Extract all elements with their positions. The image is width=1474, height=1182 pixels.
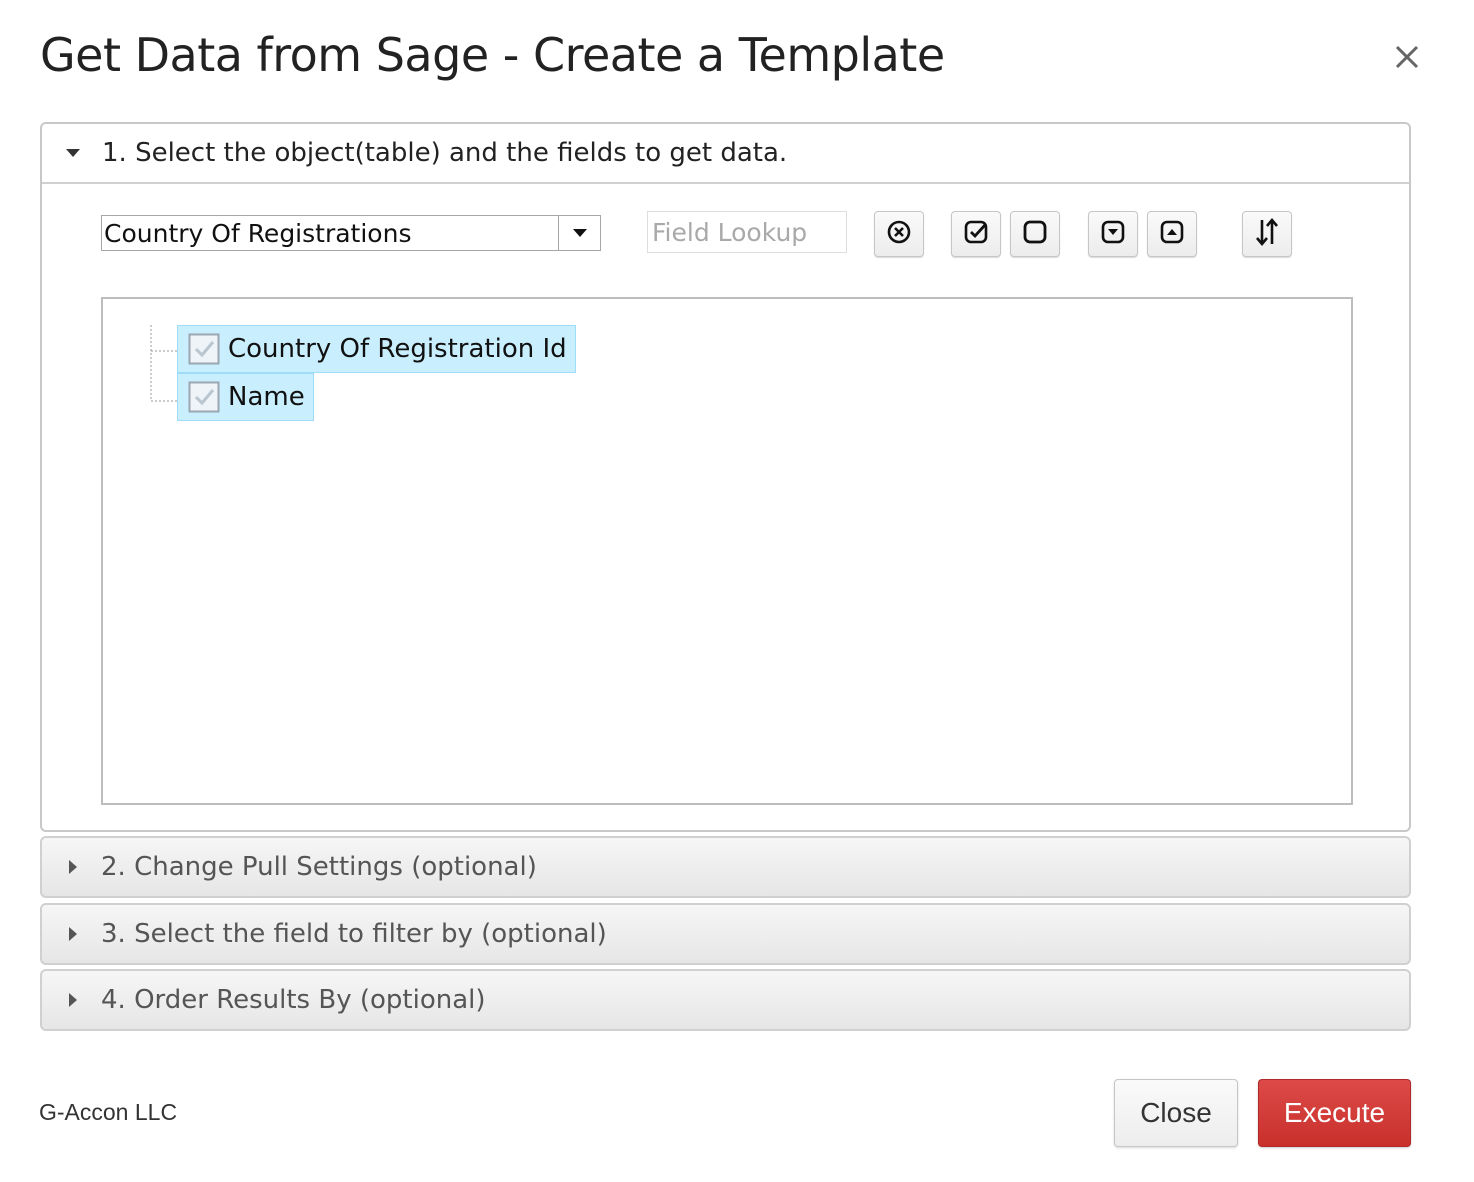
section-3-title: 3. Select the field to filter by (option… xyxy=(101,919,607,949)
uncheck-all-icon xyxy=(1022,219,1048,250)
section-4-title: 4. Order Results By (optional) xyxy=(101,985,486,1015)
expand-all-icon xyxy=(1100,219,1126,250)
caret-right-icon xyxy=(69,860,77,874)
object-select[interactable]: Country Of Registrations xyxy=(101,215,601,251)
collapse-all-button[interactable] xyxy=(1147,211,1197,257)
execute-button[interactable]: Execute xyxy=(1258,1079,1411,1147)
sort-button[interactable] xyxy=(1242,211,1292,257)
caret-down-icon xyxy=(66,149,80,157)
collapse-all-icon xyxy=(1159,219,1185,250)
close-icon[interactable] xyxy=(1386,36,1428,78)
section-select-object: 1. Select the object(table) and the fiel… xyxy=(40,122,1411,832)
tree-item-label: Country Of Registration Id xyxy=(228,334,567,364)
brand-label: G-Accon LLC xyxy=(39,1099,178,1125)
tree-connector-lines xyxy=(150,325,178,402)
caret-right-icon xyxy=(69,927,77,941)
section-pull-settings[interactable]: 2. Change Pull Settings (optional) xyxy=(40,836,1411,898)
caret-right-icon xyxy=(69,993,77,1007)
checkbox-checked-icon[interactable] xyxy=(188,333,220,365)
tree-item[interactable]: Name xyxy=(177,373,314,421)
uncheck-all-button[interactable] xyxy=(1010,211,1060,257)
dialog: Get Data from Sage - Create a Template 1… xyxy=(0,0,1474,1182)
sort-icon xyxy=(1254,217,1280,252)
tree-item[interactable]: Country Of Registration Id xyxy=(177,325,576,373)
close-button[interactable]: Close xyxy=(1114,1079,1238,1147)
object-select-value: Country Of Registrations xyxy=(104,218,412,248)
check-all-button[interactable] xyxy=(951,211,1001,257)
dropdown-arrow-icon[interactable] xyxy=(558,216,600,250)
field-tree: Country Of Registration Id Name xyxy=(101,297,1353,805)
checkbox-checked-icon[interactable] xyxy=(188,381,220,413)
section-order-by[interactable]: 4. Order Results By (optional) xyxy=(40,969,1411,1031)
section-filter[interactable]: 3. Select the field to filter by (option… xyxy=(40,903,1411,965)
check-all-icon xyxy=(963,219,989,250)
section-2-title: 2. Change Pull Settings (optional) xyxy=(101,852,537,882)
expand-all-button[interactable] xyxy=(1088,211,1138,257)
dialog-title: Get Data from Sage - Create a Template xyxy=(40,28,945,82)
section-1-header[interactable]: 1. Select the object(table) and the fiel… xyxy=(42,124,1409,184)
clear-button[interactable] xyxy=(874,211,924,257)
section-1-title: 1. Select the object(table) and the fiel… xyxy=(102,138,788,168)
clear-circle-icon xyxy=(886,219,912,250)
field-lookup-input[interactable] xyxy=(647,211,847,253)
tree-item-label: Name xyxy=(228,382,305,412)
